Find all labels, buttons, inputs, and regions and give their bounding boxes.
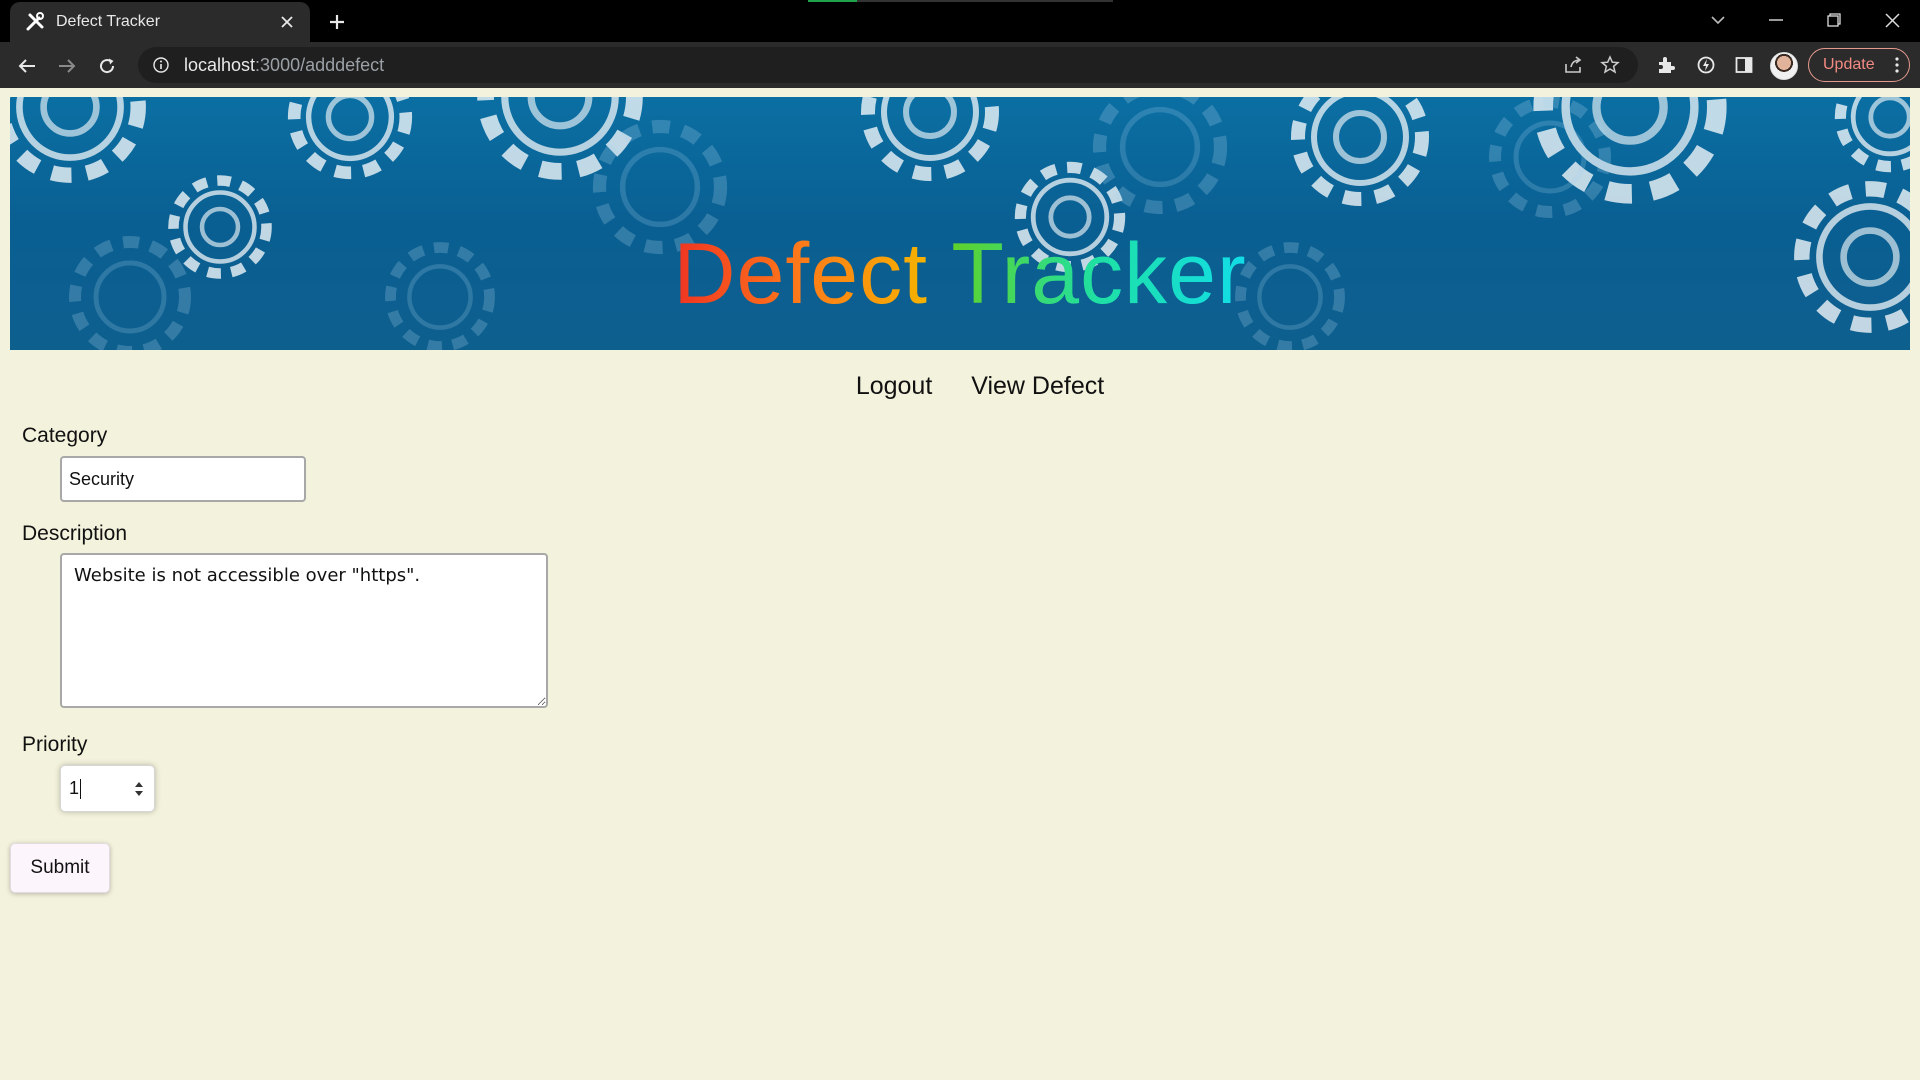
share-icon[interactable] bbox=[1558, 49, 1590, 81]
top-nav: Logout View Defect bbox=[0, 372, 1920, 401]
reload-icon[interactable] bbox=[91, 50, 123, 82]
menu-kebab-icon[interactable] bbox=[1895, 57, 1899, 73]
text-cursor bbox=[80, 778, 82, 799]
tab-search-chevron-icon[interactable] bbox=[1690, 0, 1746, 40]
update-button-label: Update bbox=[1823, 56, 1875, 73]
priority-number-input[interactable]: 1 bbox=[60, 765, 155, 812]
browser-toolbar: localhost:3000/adddefect Update bbox=[0, 42, 1920, 88]
close-tab-icon[interactable] bbox=[274, 9, 300, 35]
description-label: Description bbox=[22, 522, 128, 545]
profile-avatar[interactable] bbox=[1770, 52, 1798, 80]
app-title: Defect Tracker bbox=[10, 225, 1910, 324]
restore-icon[interactable] bbox=[1806, 0, 1862, 40]
browser-tabstrip: Defect Tracker bbox=[0, 0, 1920, 42]
title-word-tracker: Tracker bbox=[951, 226, 1247, 322]
new-tab-icon[interactable] bbox=[322, 8, 352, 36]
forward-arrow-icon[interactable] bbox=[51, 50, 83, 82]
bookmark-star-icon[interactable] bbox=[1594, 49, 1626, 81]
number-spinner-icon[interactable] bbox=[134, 780, 144, 798]
priority-value: 1 bbox=[69, 778, 80, 798]
close-window-icon[interactable] bbox=[1864, 0, 1920, 40]
side-panel-icon[interactable] bbox=[1728, 49, 1760, 81]
category-field[interactable] bbox=[60, 456, 306, 502]
update-button[interactable]: Update bbox=[1808, 48, 1910, 82]
priority-label: Priority bbox=[22, 733, 88, 756]
minimize-icon[interactable] bbox=[1748, 0, 1804, 40]
title-word-defect: Defect bbox=[673, 226, 928, 322]
performance-icon[interactable] bbox=[1690, 49, 1722, 81]
view-defect-link[interactable]: View Defect bbox=[971, 372, 1104, 400]
url-host: localhost bbox=[184, 54, 256, 75]
tools-icon bbox=[24, 11, 46, 33]
tab-title: Defect Tracker bbox=[56, 13, 161, 30]
site-info-icon[interactable] bbox=[150, 54, 172, 76]
browser-tab-active[interactable]: Defect Tracker bbox=[10, 2, 310, 42]
url-path: :3000/adddefect bbox=[255, 54, 385, 75]
category-label: Category bbox=[22, 424, 108, 447]
header-banner: Defect Tracker bbox=[10, 97, 1910, 350]
page-load-indicator bbox=[808, 0, 1113, 2]
logout-link[interactable]: Logout bbox=[856, 372, 932, 400]
submit-button[interactable]: Submit bbox=[10, 843, 110, 893]
description-textarea[interactable]: Website is not accessible over "https". bbox=[60, 553, 548, 708]
back-arrow-icon[interactable] bbox=[11, 50, 43, 82]
extensions-puzzle-icon[interactable] bbox=[1650, 49, 1682, 81]
address-bar[interactable]: localhost:3000/adddefect bbox=[138, 47, 1638, 83]
